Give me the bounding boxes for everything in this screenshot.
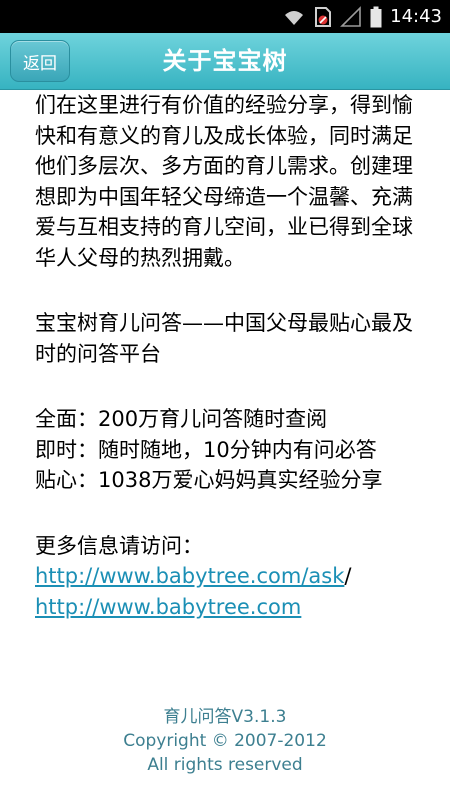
intro-paragraph: 们在这里进行有价值的经验分享，得到愉快和有意义的育儿及成长体验，同时满足他们多层… xyxy=(35,93,413,270)
link-home[interactable]: http://www.babytree.com xyxy=(35,595,301,619)
wifi-icon xyxy=(285,10,304,25)
version-text: 育儿问答V3.1.3 xyxy=(163,707,287,727)
no-sim-icon xyxy=(315,6,332,27)
status-bar: 14:43 xyxy=(0,0,450,33)
status-icons: 14:43 xyxy=(282,0,442,33)
back-button[interactable]: 返回 xyxy=(10,40,70,82)
rights-text: All rights reserved xyxy=(147,755,303,775)
feature-item: 全面：200万育儿问答随时查阅 xyxy=(35,407,328,431)
links-line-2: http://www.babytree.com xyxy=(35,592,425,623)
link-ask[interactable]: http://www.babytree.com/ask xyxy=(35,564,344,588)
battery-icon xyxy=(370,6,382,27)
about-content: 们在这里进行有价值的经验分享，得到愉快和有意义的育儿及成长体验，同时满足他们多层… xyxy=(35,90,425,622)
feature-item: 贴心：1038万爱心妈妈真实经验分享 xyxy=(35,468,383,492)
signal-icon xyxy=(340,5,361,27)
title-bar: 关于宝宝树 返回 xyxy=(0,33,450,90)
clock: 14:43 xyxy=(390,6,442,27)
footer: 育儿问答V3.1.3 Copyright © 2007-2012 All rig… xyxy=(0,705,450,777)
link-separator: / xyxy=(344,564,352,588)
copyright-text: Copyright © 2007-2012 xyxy=(123,731,327,751)
more-info-label: 更多信息请访问： xyxy=(35,533,203,558)
feature-item: 即时：随时随地，10分钟内有问必答 xyxy=(35,437,377,462)
links-line-1: http://www.babytree.com/ask/ xyxy=(35,561,425,592)
slogan-text: 宝宝树育儿问答——中国父母最贴心最及时的问答平台 xyxy=(35,311,413,366)
